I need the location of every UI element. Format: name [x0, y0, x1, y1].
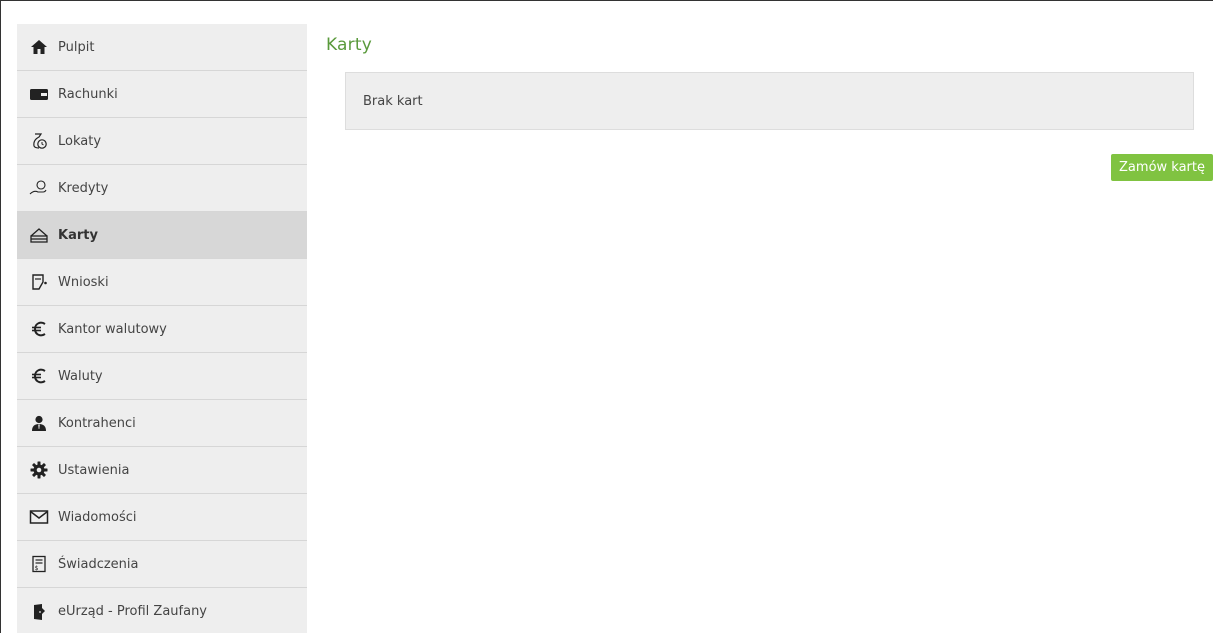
gear-icon	[29, 460, 49, 480]
sidebar-item-waluty[interactable]: Waluty	[17, 353, 307, 400]
sidebar-nav: Pulpit Rachunki Lokaty Kredyty Karty Wni…	[17, 24, 307, 633]
card-icon	[29, 225, 49, 245]
sidebar-item-label: Kantor walutowy	[58, 321, 167, 337]
sidebar-item-label: Rachunki	[58, 86, 118, 102]
sidebar-item-label: Pulpit	[58, 39, 95, 55]
person-icon	[29, 413, 49, 433]
sidebar-item-label: Kredyty	[58, 180, 109, 196]
svg-text:$: $	[35, 565, 39, 572]
money-bag-icon	[29, 131, 49, 151]
order-card-button[interactable]: Zamów kartę	[1111, 154, 1213, 181]
sidebar-item-kredyty[interactable]: Kredyty	[17, 165, 307, 212]
euro-icon	[29, 366, 49, 386]
sidebar-item-rachunki[interactable]: Rachunki	[17, 71, 307, 118]
main-content: Karty Brak kart Zamów kartę	[326, 24, 1213, 181]
sidebar-item-karty[interactable]: Karty	[17, 212, 307, 259]
sidebar-item-eurzad[interactable]: eUrząd - Profil Zaufany	[17, 588, 307, 633]
sidebar-item-label: Waluty	[58, 368, 103, 384]
sidebar-item-kontrahenci[interactable]: Kontrahenci	[17, 400, 307, 447]
sidebar-item-label: Ustawienia	[58, 462, 130, 478]
sidebar-item-label: Lokaty	[58, 133, 102, 149]
sidebar-item-label: Świadczenia	[58, 556, 139, 572]
door-icon	[29, 602, 49, 622]
form-icon	[29, 272, 49, 292]
sidebar-item-wiadomosci[interactable]: Wiadomości	[17, 494, 307, 541]
sidebar-item-swiadczenia[interactable]: $ Świadczenia	[17, 541, 307, 588]
sidebar-item-wnioski[interactable]: Wnioski	[17, 259, 307, 306]
sidebar-item-label: Kontrahenci	[58, 415, 136, 431]
sidebar-item-label: Wiadomości	[58, 509, 137, 525]
sidebar-item-label: Wnioski	[58, 274, 109, 290]
empty-state-message: Brak kart	[363, 93, 423, 109]
wallet-icon	[29, 84, 49, 104]
sidebar-item-label: Karty	[58, 227, 98, 243]
sidebar-item-pulpit[interactable]: Pulpit	[17, 24, 307, 71]
envelope-icon	[29, 507, 49, 527]
benefit-icon: $	[29, 554, 49, 574]
page-title: Karty	[326, 35, 372, 55]
hand-coin-icon	[29, 178, 49, 198]
empty-state-box: Brak kart	[345, 72, 1194, 130]
sidebar-item-ustawienia[interactable]: Ustawienia	[17, 447, 307, 494]
euro-icon	[29, 319, 49, 339]
sidebar-item-kantor-walutowy[interactable]: Kantor walutowy	[17, 306, 307, 353]
home-icon	[29, 37, 49, 57]
sidebar-item-lokaty[interactable]: Lokaty	[17, 118, 307, 165]
sidebar-item-label: eUrząd - Profil Zaufany	[58, 604, 207, 619]
